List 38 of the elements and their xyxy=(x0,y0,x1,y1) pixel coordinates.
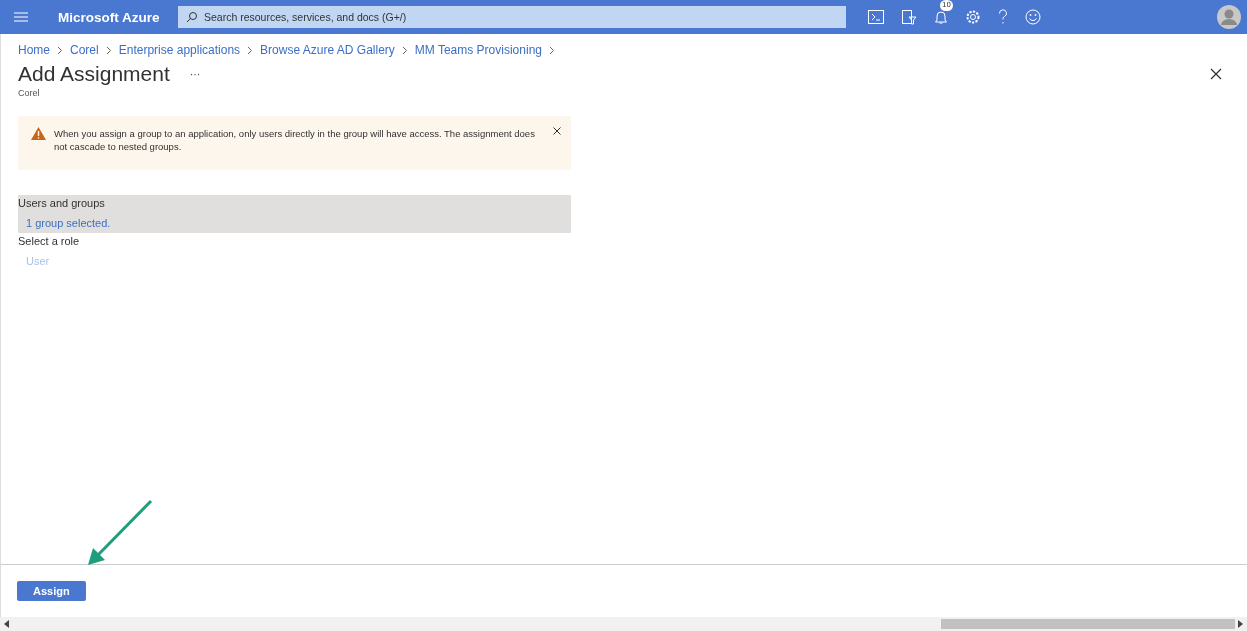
menu-icon[interactable] xyxy=(14,12,28,22)
section-label: Users and groups xyxy=(18,196,106,209)
scroll-right-icon[interactable] xyxy=(1237,620,1243,628)
chevron-icon xyxy=(105,45,112,55)
assign-button[interactable]: Assign xyxy=(17,581,86,601)
section-value-link[interactable]: 1 group selected. xyxy=(18,209,571,233)
bell-icon[interactable] xyxy=(934,9,948,25)
warning-icon xyxy=(31,127,46,140)
scrollbar-thumb[interactable] xyxy=(941,619,1235,629)
settings-icon[interactable] xyxy=(965,9,981,25)
breadcrumb-link[interactable]: Corel xyxy=(70,43,99,57)
smiley-icon[interactable] xyxy=(1025,9,1041,25)
chevron-icon xyxy=(401,45,408,55)
close-icon[interactable] xyxy=(1210,68,1222,80)
page-title: Add Assignment xyxy=(18,62,170,86)
filter-icon[interactable] xyxy=(901,9,917,25)
chevron-icon xyxy=(57,45,63,55)
terminal-icon[interactable] xyxy=(868,10,884,24)
assignment-section[interactable]: Users and groups 1 group selected. xyxy=(18,195,571,233)
brand-name[interactable]: Microsoft Azure xyxy=(58,9,178,25)
close-icon[interactable] xyxy=(553,127,561,135)
chevron-icon xyxy=(549,45,555,55)
breadcrumb-link[interactable]: Browse Azure AD Gallery xyxy=(260,43,395,57)
horizontal-scrollbar[interactable] xyxy=(0,617,1247,631)
breadcrumb-link[interactable]: Enterprise applications xyxy=(118,43,241,57)
breadcrumb-link[interactable]: Home xyxy=(18,43,50,57)
assignment-section[interactable]: Select a role User xyxy=(18,233,571,271)
help-icon[interactable] xyxy=(998,9,1008,25)
breadcrumb-link[interactable]: MM Teams Provisioning xyxy=(414,43,542,57)
search-field[interactable]: Search resources, services, and docs (G+/) xyxy=(178,6,846,28)
scroll-left-icon[interactable] xyxy=(4,620,10,628)
annotation-arrow xyxy=(85,498,155,568)
section-label: Select a role xyxy=(18,234,81,247)
chevron-icon xyxy=(247,45,254,55)
more-options[interactable]: ··· xyxy=(189,67,201,81)
avatar-icon[interactable] xyxy=(1217,5,1241,29)
page-subtitle: Corel xyxy=(18,88,41,98)
warning-message: When you assign a group to an application, only users directly in the group will have access. The assignment does not cascade to nested groups. xyxy=(54,127,536,153)
